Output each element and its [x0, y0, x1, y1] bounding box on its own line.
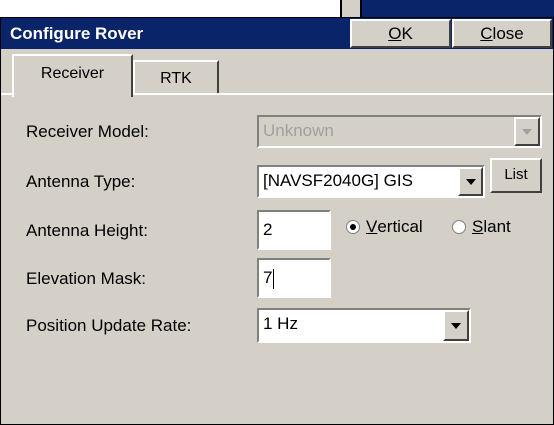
vertical-radio[interactable]: Vertical	[346, 214, 423, 240]
antenna-height-value: 2	[263, 220, 273, 239]
ok-label-rest: K	[401, 24, 413, 43]
close-button[interactable]: Close	[452, 19, 552, 48]
antenna-height-input[interactable]: 2	[257, 210, 331, 250]
receiver-model-label: Receiver Model:	[26, 122, 149, 141]
vertical-label-rest: ertical	[377, 217, 423, 236]
position-update-rate-label: Position Update Rate:	[26, 316, 192, 335]
elevation-mask-value: 7	[263, 268, 273, 287]
active-tab-join	[14, 93, 131, 95]
antenna-height-label: Antenna Height:	[26, 221, 148, 240]
slant-label-rest: lant	[483, 217, 511, 236]
radio-checked-icon	[346, 220, 360, 234]
antenna-type-label: Antenna Type:	[26, 172, 136, 191]
antenna-type-value: [NAVSF2040G] GIS	[263, 171, 413, 190]
elevation-mask-label: Elevation Mask:	[26, 269, 146, 288]
close-accel: C	[480, 24, 493, 43]
antenna-type-select[interactable]: [NAVSF2040G] GIS	[257, 165, 485, 198]
background-window-titlebar	[360, 0, 554, 17]
chevron-down-icon	[522, 128, 532, 135]
chevron-down-icon	[451, 322, 461, 329]
position-update-rate-dropdown-button[interactable]	[443, 310, 469, 341]
text-cursor	[273, 268, 275, 289]
receiver-model-dropdown-button	[514, 117, 540, 146]
tab-rtk[interactable]: RTK	[133, 60, 219, 93]
list-button[interactable]: List	[490, 158, 542, 193]
chevron-down-icon	[465, 178, 476, 185]
close-label-rest: lose	[492, 24, 524, 43]
position-update-rate-value: 1 Hz	[263, 314, 298, 333]
receiver-model-value: Unknown	[263, 121, 334, 140]
antenna-type-dropdown-button[interactable]	[458, 167, 483, 196]
dialog-title: Configure Rover	[10, 24, 144, 43]
tab-receiver[interactable]: Receiver	[12, 54, 133, 97]
radio-unchecked-icon	[452, 220, 466, 234]
slant-accel: S	[472, 217, 484, 236]
vertical-accel: V	[366, 217, 378, 236]
ok-accel: O	[388, 24, 402, 43]
elevation-mask-input[interactable]: 7	[257, 258, 331, 298]
position-update-rate-select[interactable]: 1 Hz	[257, 308, 471, 343]
slant-radio[interactable]: Slant	[452, 214, 511, 240]
receiver-model-select: Unknown	[257, 115, 542, 148]
ok-button[interactable]: OK	[350, 19, 451, 48]
